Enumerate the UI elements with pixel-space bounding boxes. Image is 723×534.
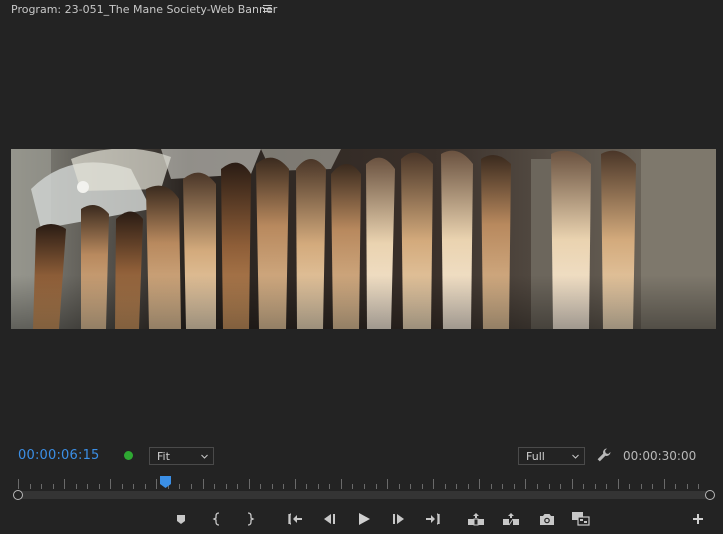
mark-out-icon xyxy=(247,512,255,526)
comparison-view-button[interactable] xyxy=(571,510,591,528)
plus-icon xyxy=(693,514,703,524)
export-frame-button[interactable] xyxy=(537,510,557,528)
panel-header: Program: 23-051_The Mane Society-Web Ban… xyxy=(0,0,723,22)
current-timecode[interactable]: 00:00:06:15 xyxy=(18,448,100,463)
step-back-button[interactable] xyxy=(319,510,339,528)
go-to-in-button[interactable] xyxy=(285,510,305,528)
zoom-handle-left[interactable] xyxy=(13,490,23,500)
chevron-down-icon xyxy=(201,454,208,459)
panel-title: Program: 23-051_The Mane Society-Web Ban… xyxy=(11,3,278,16)
step-forward-icon xyxy=(393,514,404,524)
hamburger-menu-icon[interactable] xyxy=(262,2,274,16)
button-editor-button[interactable] xyxy=(688,510,708,528)
go-to-out-icon xyxy=(426,513,440,525)
status-indicator xyxy=(124,451,133,460)
step-forward-button[interactable] xyxy=(389,510,409,528)
video-frame-image xyxy=(11,149,716,329)
play-button[interactable] xyxy=(354,510,374,528)
extract-button[interactable] xyxy=(501,510,521,528)
add-marker-button[interactable] xyxy=(171,510,191,528)
zoom-handle-right[interactable] xyxy=(705,490,715,500)
playhead[interactable] xyxy=(160,476,171,488)
camera-icon xyxy=(540,513,554,525)
playback-resolution-select[interactable]: Full xyxy=(518,447,585,465)
playback-resolution-value: Full xyxy=(526,450,545,463)
duration-timecode: 00:00:30:00 xyxy=(623,449,697,463)
zoom-level-value: Fit xyxy=(157,450,170,463)
lift-icon xyxy=(468,513,484,526)
marker-icon xyxy=(177,515,185,524)
play-icon xyxy=(359,513,370,525)
mark-in-button[interactable] xyxy=(207,510,227,528)
mark-in-icon xyxy=(212,512,220,526)
time-ruler[interactable] xyxy=(18,475,710,491)
chevron-down-icon xyxy=(572,454,579,459)
go-to-in-icon xyxy=(288,513,302,525)
zoom-level-select[interactable]: Fit xyxy=(149,447,214,465)
video-frame xyxy=(11,149,716,329)
zoom-scroll-bar[interactable] xyxy=(18,491,710,499)
lift-button[interactable] xyxy=(466,510,486,528)
extract-icon xyxy=(503,513,519,526)
mark-out-button[interactable] xyxy=(240,510,260,528)
program-monitor-viewer[interactable] xyxy=(0,22,723,440)
step-back-icon xyxy=(324,514,335,524)
settings-wrench-icon[interactable] xyxy=(596,447,612,463)
comparison-view-icon xyxy=(572,512,590,526)
go-to-out-button[interactable] xyxy=(423,510,443,528)
